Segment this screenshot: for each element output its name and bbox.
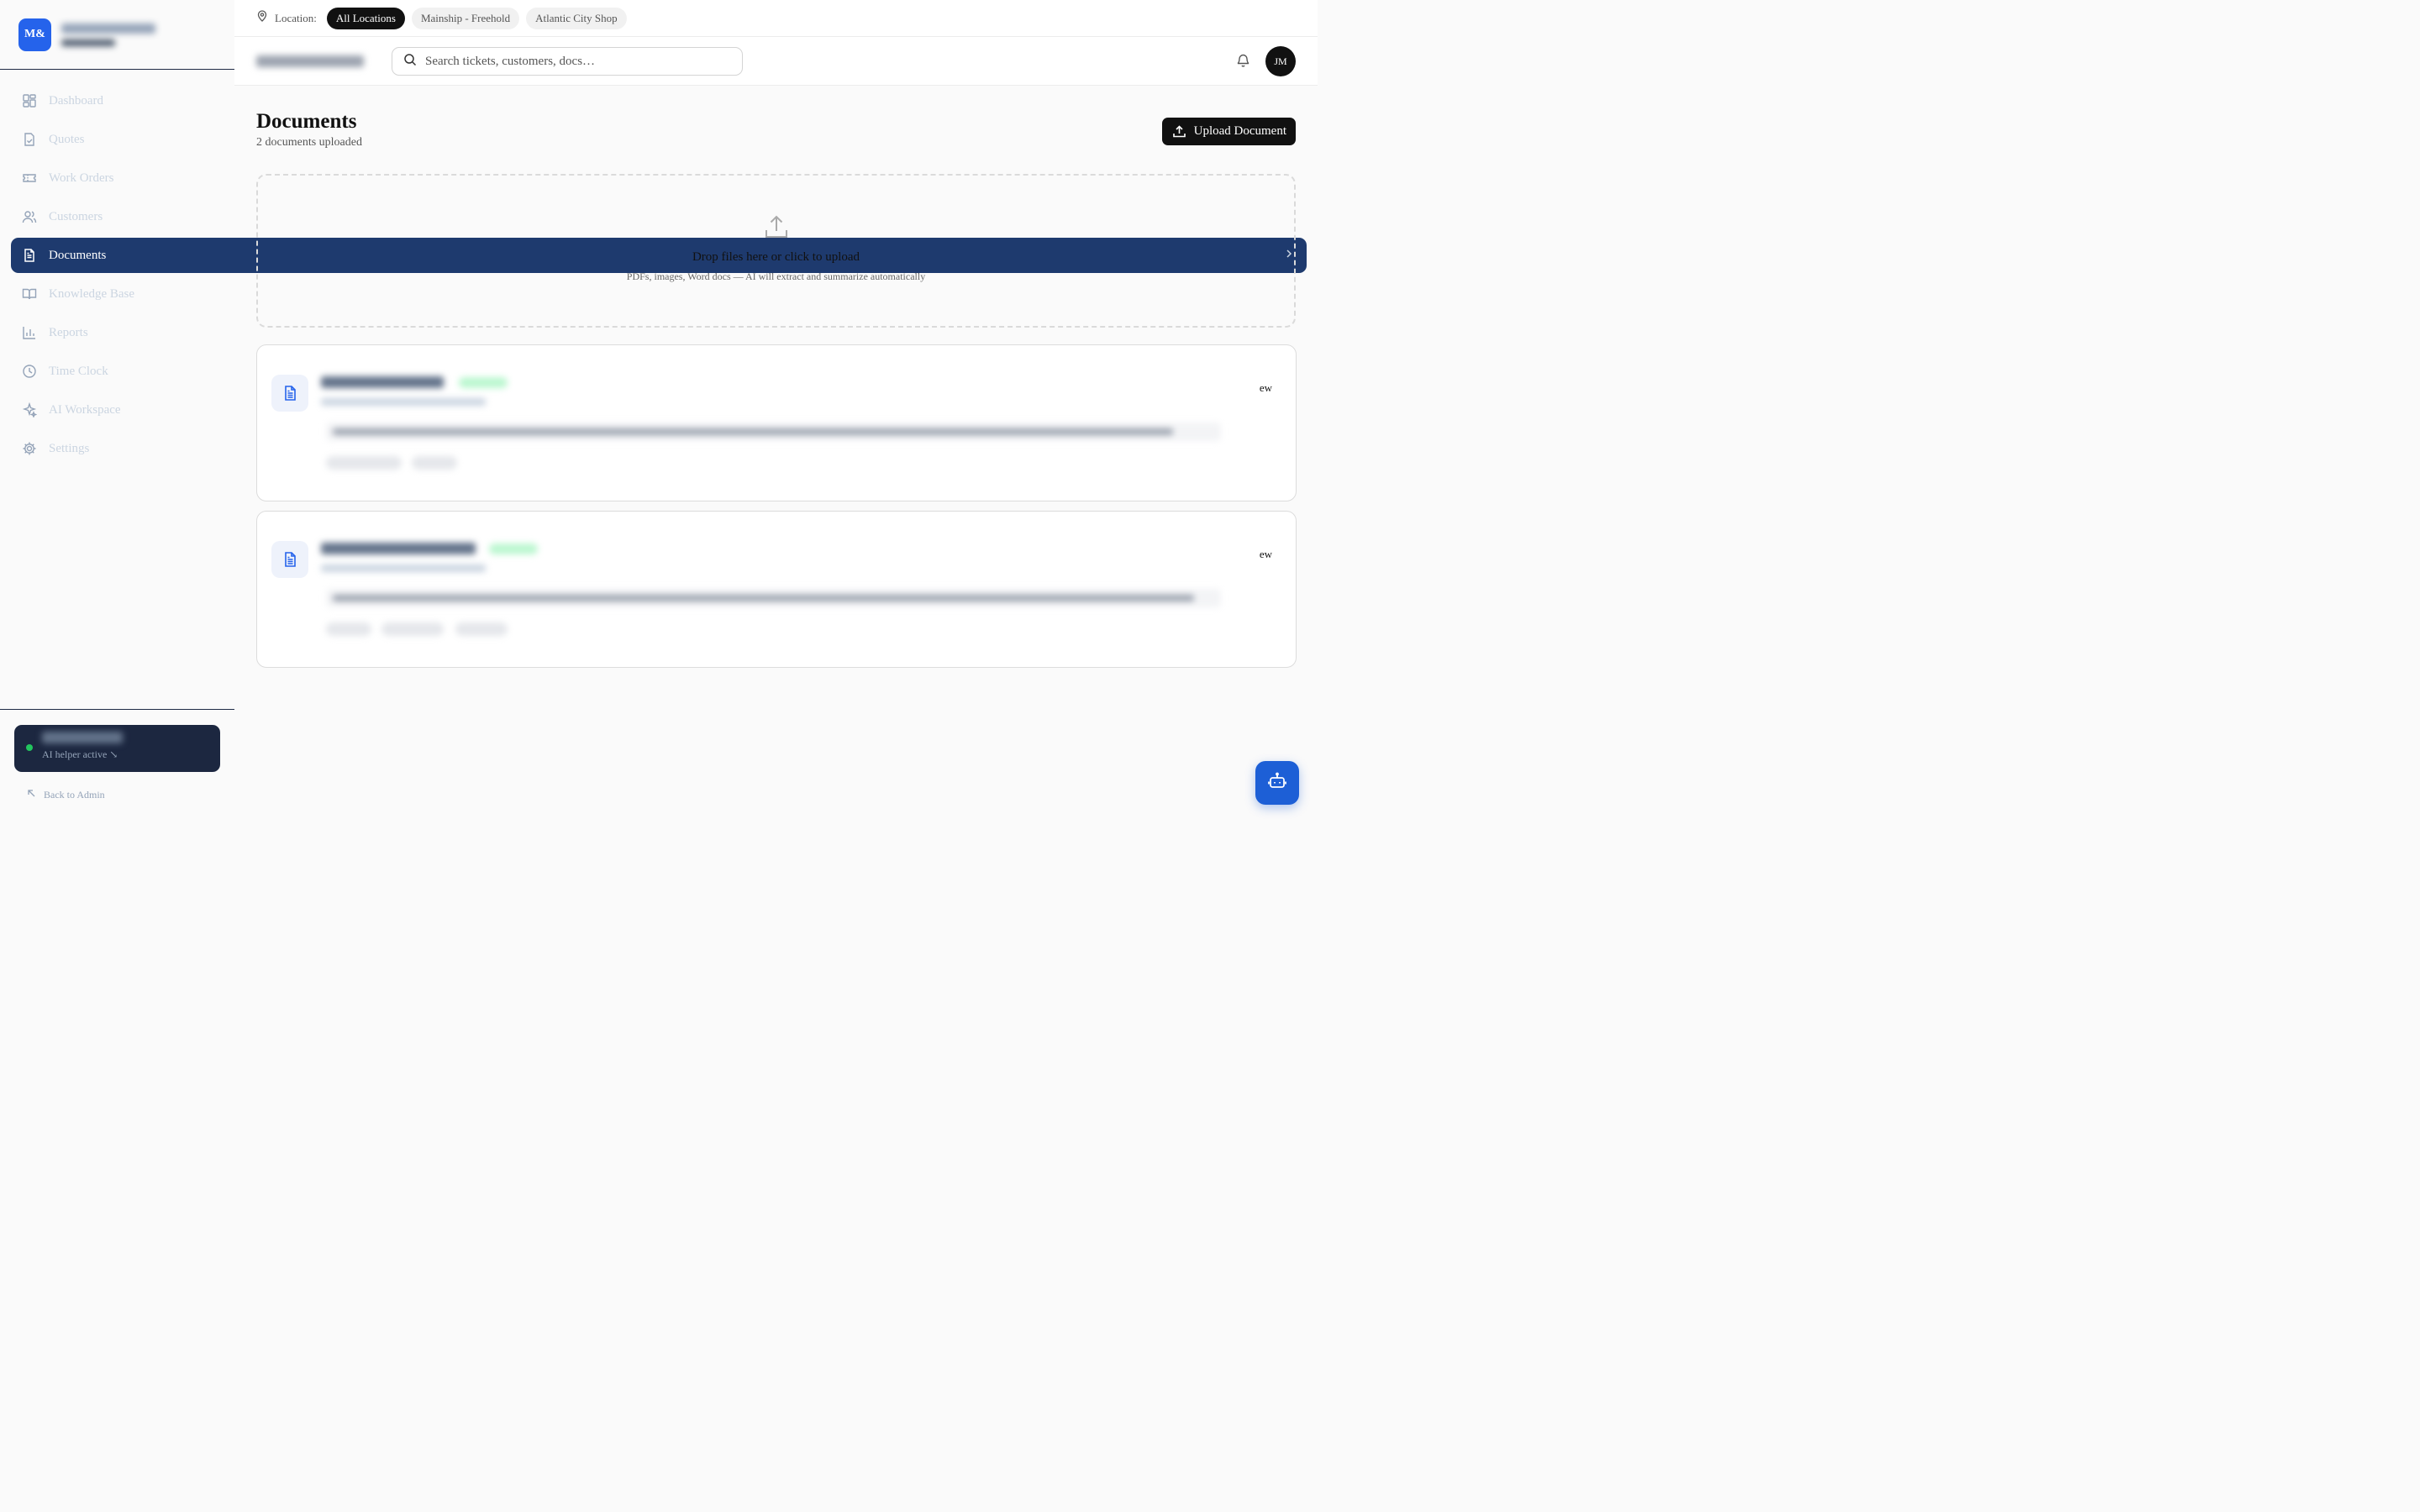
upload-icon <box>1172 124 1186 139</box>
ai-helper-status: AI helper active ↘ <box>42 748 118 760</box>
sidebar-item-label: Documents <box>49 248 107 262</box>
document-summary-redacted <box>326 589 1221 607</box>
view-document-button[interactable]: ew <box>1260 548 1272 561</box>
header-brand-redacted <box>256 55 364 67</box>
location-pill-atlantic-city[interactable]: Atlantic City Shop <box>526 7 627 29</box>
document-meta-redacted <box>321 398 486 406</box>
file-text-icon <box>271 375 308 412</box>
dropzone-subtitle: PDFs, images, Word docs — AI will extrac… <box>626 270 926 282</box>
document-card[interactable]: ew <box>256 344 1297 501</box>
robot-icon <box>1267 771 1287 795</box>
upload-document-label: Upload Document <box>1193 124 1286 138</box>
users-icon <box>22 209 37 224</box>
document-summary-redacted <box>326 423 1221 441</box>
sidebar-item-label: AI Workspace <box>49 402 121 417</box>
bell-icon[interactable] <box>1236 53 1250 71</box>
file-text-icon <box>271 541 308 578</box>
sidebar-item-label: Dashboard <box>49 93 103 108</box>
upload-document-button[interactable]: Upload Document <box>1161 118 1296 145</box>
file-check-icon <box>22 132 37 147</box>
ai-helper-name-redacted <box>42 732 123 743</box>
back-to-admin-link[interactable]: Back to Admin <box>27 789 105 801</box>
sidebar-item-label: Settings <box>49 441 90 455</box>
brand-name-redacted <box>61 23 155 34</box>
ai-helper-card[interactable]: AI helper active ↘ <box>14 725 220 772</box>
document-card[interactable]: ew <box>256 511 1297 668</box>
main-content: Documents 2 documents uploaded Upload Do… <box>256 86 1297 668</box>
brand-subtitle-redacted <box>61 39 115 46</box>
back-to-admin-label: Back to Admin <box>44 789 105 801</box>
sparkles-icon <box>22 402 37 417</box>
document-title-redacted <box>321 376 444 388</box>
location-pill-mainship-freehold[interactable]: Mainship - Freehold <box>411 7 520 29</box>
sidebar-item-label: Knowledge Base <box>49 286 135 301</box>
document-tag <box>381 622 444 636</box>
search-icon <box>403 53 417 71</box>
upload-dropzone[interactable]: Drop files here or click to upload PDFs,… <box>256 174 1296 328</box>
document-tag <box>326 456 402 470</box>
ticket-icon <box>22 171 37 186</box>
sidebar-item-label: Reports <box>49 325 88 339</box>
sidebar-footer: AI helper active ↘ Back to Admin <box>0 709 234 823</box>
upload-icon <box>258 213 1294 240</box>
status-badge <box>459 377 508 388</box>
sidebar-item-label: Quotes <box>49 132 85 146</box>
page-title: Documents <box>256 110 357 133</box>
bar-chart-icon <box>22 325 37 340</box>
location-label: Location: <box>275 11 317 24</box>
header: JM <box>234 37 1318 86</box>
page-subtitle: 2 documents uploaded <box>256 136 362 149</box>
avatar[interactable]: JM <box>1265 46 1296 76</box>
book-icon <box>22 286 37 302</box>
document-title-redacted <box>321 543 476 554</box>
sidebar-item-label: Customers <box>49 209 103 223</box>
location-pill-all[interactable]: All Locations <box>326 7 405 29</box>
clock-icon <box>22 364 37 379</box>
view-document-button[interactable]: ew <box>1260 381 1272 395</box>
document-tag <box>455 622 508 636</box>
search-input[interactable] <box>425 54 728 69</box>
status-dot <box>26 744 33 751</box>
document-meta-redacted <box>321 564 486 572</box>
dropzone-title: Drop files here or click to upload <box>692 250 860 264</box>
search-box[interactable] <box>392 47 743 76</box>
map-pin-icon <box>256 10 268 26</box>
document-tag <box>412 456 457 470</box>
file-text-icon <box>22 248 37 263</box>
grid-icon <box>22 93 37 108</box>
location-bar: Location: All Locations Mainship - Freeh… <box>234 0 1318 37</box>
status-badge <box>489 543 538 554</box>
ai-assistant-button[interactable] <box>1255 761 1299 805</box>
document-tag <box>326 622 371 636</box>
sidebar-item-label: Work Orders <box>49 171 114 185</box>
brand-text <box>61 23 155 46</box>
brand-logo: M& <box>18 18 51 51</box>
sidebar-item-label: Time Clock <box>49 364 108 378</box>
arrow-up-left-icon <box>27 789 36 801</box>
gear-icon <box>22 441 37 456</box>
